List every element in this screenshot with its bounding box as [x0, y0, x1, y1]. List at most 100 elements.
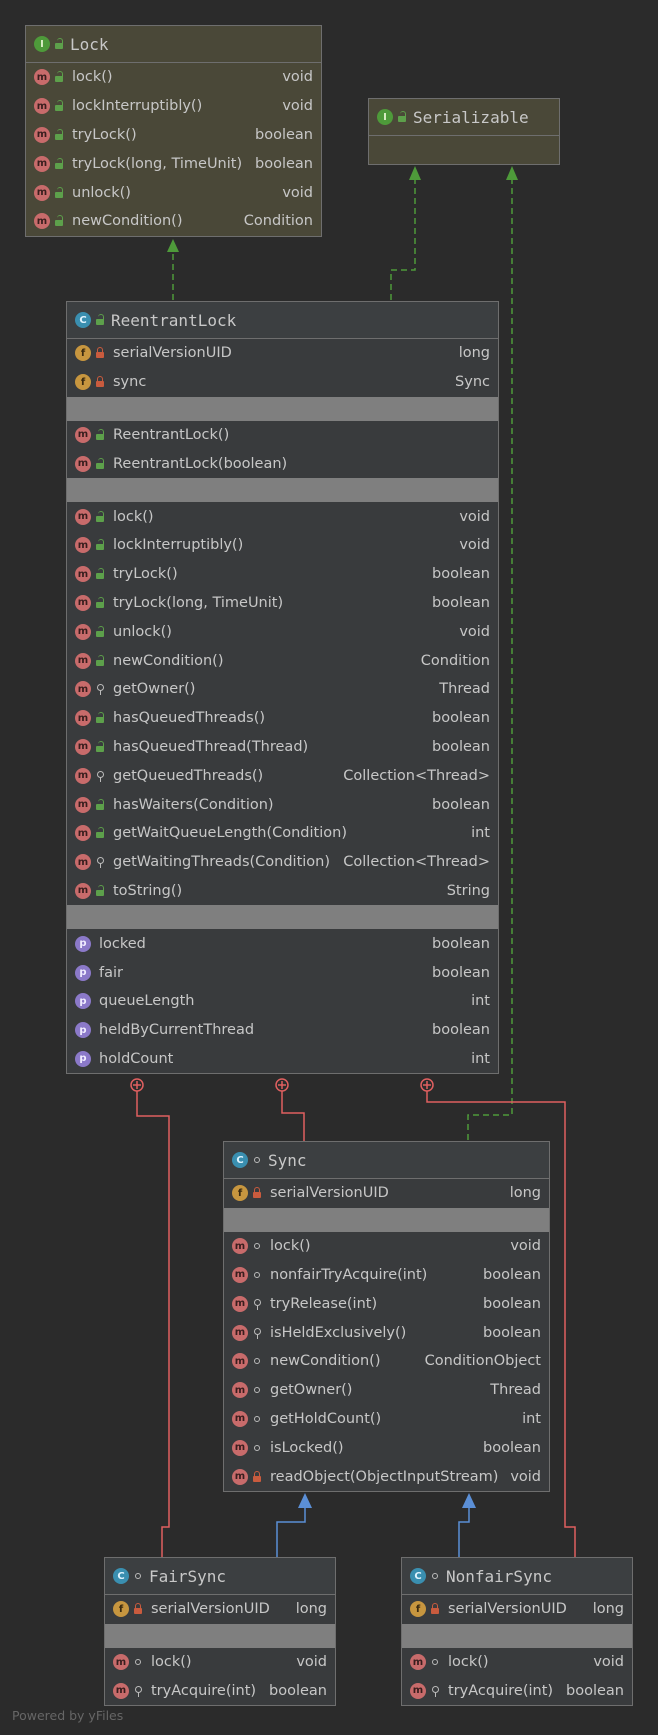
method-row[interactable]: m lock() void: [67, 502, 498, 531]
constructor-row[interactable]: m ReentrantLock(): [67, 421, 498, 450]
property-row[interactable]: p holdCount int: [67, 1045, 498, 1074]
member-name: holdCount: [99, 1050, 174, 1067]
method-row[interactable]: m unlock() void: [26, 178, 321, 207]
field-row[interactable]: f sync Sync: [67, 368, 498, 397]
method-row[interactable]: m getOwner() Thread: [224, 1376, 549, 1405]
method-icon: m: [75, 854, 91, 871]
method-icon: m: [113, 1682, 129, 1699]
member-name: queueLength: [99, 993, 195, 1010]
method-row[interactable]: m tryLock() boolean: [67, 560, 498, 589]
method-row[interactable]: m unlock() void: [67, 617, 498, 646]
public-icon: [95, 625, 105, 638]
member-name: locked: [99, 935, 146, 952]
arrowhead-serializable-1: [409, 166, 421, 180]
method-icon: m: [34, 184, 50, 201]
method-row[interactable]: m newCondition() Condition: [67, 646, 498, 675]
method-row[interactable]: m tryLock() boolean: [26, 120, 321, 150]
nonfairsync-fields: f serialVersionUID long: [402, 1595, 632, 1624]
serializable-interface-node[interactable]: I Serializable: [368, 98, 560, 165]
method-row[interactable]: m tryAcquire(int) boolean: [402, 1677, 632, 1706]
property-row[interactable]: p heldByCurrentThread boolean: [67, 1016, 498, 1045]
method-icon: m: [75, 623, 91, 640]
public-icon: [95, 457, 105, 470]
fairsync-class-node[interactable]: C FairSync f serialVersionUID long m lock()…: [104, 1557, 336, 1707]
member-name: serialVersionUID: [270, 1185, 389, 1202]
member-type: long: [295, 1601, 327, 1618]
public-icon: [54, 215, 64, 227]
method-icon: m: [232, 1324, 248, 1341]
constructor-row[interactable]: m ReentrantLock(boolean): [67, 449, 498, 478]
abstract-class-icon: C: [232, 1152, 248, 1168]
member-name: hasQueuedThreads(): [113, 710, 266, 727]
field-row[interactable]: f serialVersionUID long: [67, 339, 498, 368]
method-row[interactable]: m tryLock(long, TimeUnit) boolean: [67, 589, 498, 618]
method-row[interactable]: m hasWaiters(Condition) boolean: [67, 790, 498, 819]
property-row[interactable]: p queueLength int: [67, 987, 498, 1016]
method-row[interactable]: m getHoldCount() int: [224, 1405, 549, 1434]
protected-icon: [95, 683, 105, 696]
method-row[interactable]: m isLocked() boolean: [224, 1433, 549, 1462]
method-row[interactable]: m newCondition() Condition: [26, 206, 321, 236]
nonfairsync-header: C NonfairSync: [402, 1558, 632, 1595]
public-icon: [95, 568, 105, 580]
class-icon: C: [113, 1568, 129, 1584]
method-row[interactable]: m lock() void: [402, 1648, 632, 1677]
method-row[interactable]: m nonfairTryAcquire(int) boolean: [224, 1261, 549, 1290]
method-row[interactable]: m tryLock(long, TimeUnit) boolean: [26, 149, 321, 179]
method-row[interactable]: m getOwner() Thread: [67, 675, 498, 704]
member-type: void: [459, 508, 490, 525]
method-row[interactable]: m tryRelease(int) boolean: [224, 1289, 549, 1318]
arrowhead-serializable-2: [506, 166, 518, 180]
field-row[interactable]: f serialVersionUID long: [105, 1595, 335, 1624]
member-type: Thread: [490, 1382, 541, 1399]
method-row[interactable]: m lock() void: [26, 63, 321, 92]
field-row[interactable]: f serialVersionUID long: [402, 1595, 632, 1624]
section-separator: [67, 396, 498, 421]
method-row[interactable]: m getWaitQueueLength(Condition) int: [67, 819, 498, 848]
method-icon: m: [232, 1410, 248, 1427]
method-row[interactable]: m getWaitingThreads(Condition) Collection<…: [67, 848, 498, 877]
member-name: sync: [113, 374, 147, 391]
member-type: boolean: [432, 594, 490, 611]
method-row[interactable]: m toString() String: [67, 877, 498, 906]
package-private-icon: [133, 1570, 143, 1582]
section-separator: [402, 1623, 632, 1648]
private-icon: [133, 1603, 143, 1615]
nonfairsync-class-node[interactable]: C NonfairSync f serialVersionUID long m loc…: [401, 1557, 633, 1707]
method-row[interactable]: m lockInterruptibly() void: [67, 531, 498, 560]
lock-methods: m lock() void m lockInterruptibly() void m tr…: [26, 63, 321, 236]
public-icon: [95, 596, 105, 609]
arrowhead-lock: [167, 239, 179, 252]
method-row[interactable]: m lock() void: [105, 1648, 335, 1677]
property-row[interactable]: p locked boolean: [67, 929, 498, 958]
section-separator: [105, 1623, 335, 1648]
sync-class-node[interactable]: C Sync f serialVersionUID long m lock() void…: [223, 1141, 550, 1492]
member-type: boolean: [483, 1439, 541, 1456]
member-name: nonfairTryAcquire(int): [270, 1266, 428, 1283]
public-icon: [95, 539, 105, 551]
property-row[interactable]: p fair boolean: [67, 958, 498, 987]
method-row[interactable]: m lock() void: [224, 1232, 549, 1261]
method-row[interactable]: m lockInterruptibly() void: [26, 91, 321, 121]
fairsync-header: C FairSync: [105, 1558, 335, 1595]
reentrantlock-methods: m lock() void m lockInterruptibly() void m tr…: [67, 502, 498, 905]
lock-interface-node[interactable]: I Lock m lock() void m lockInterruptibly() v…: [25, 25, 322, 237]
method-row[interactable]: m newCondition() ConditionObject: [224, 1347, 549, 1376]
method-row[interactable]: m hasQueuedThreads() boolean: [67, 704, 498, 733]
member-type: boolean: [483, 1324, 541, 1341]
member-name: tryLock(): [113, 566, 178, 583]
reentrantlock-class-node[interactable]: C ReentrantLock f serialVersionUID long f s…: [66, 301, 499, 1075]
method-row[interactable]: m readObject(ObjectInputStream) void: [224, 1462, 549, 1491]
method-row[interactable]: m hasQueuedThread(Thread) boolean: [67, 733, 498, 762]
method-row[interactable]: m tryAcquire(int) boolean: [105, 1677, 335, 1706]
method-row[interactable]: m getQueuedThreads() Collection<Thread>: [67, 761, 498, 790]
member-type: String: [446, 882, 490, 899]
field-row[interactable]: f serialVersionUID long: [224, 1179, 549, 1208]
member-name: lockInterruptibly(): [72, 98, 203, 115]
member-type: long: [592, 1601, 624, 1618]
public-icon: [95, 712, 105, 724]
method-row[interactable]: m isHeldExclusively() boolean: [224, 1318, 549, 1347]
member-type: void: [282, 98, 313, 115]
member-name: toString(): [113, 882, 183, 899]
edge-inner-sync: [281, 1085, 305, 1141]
